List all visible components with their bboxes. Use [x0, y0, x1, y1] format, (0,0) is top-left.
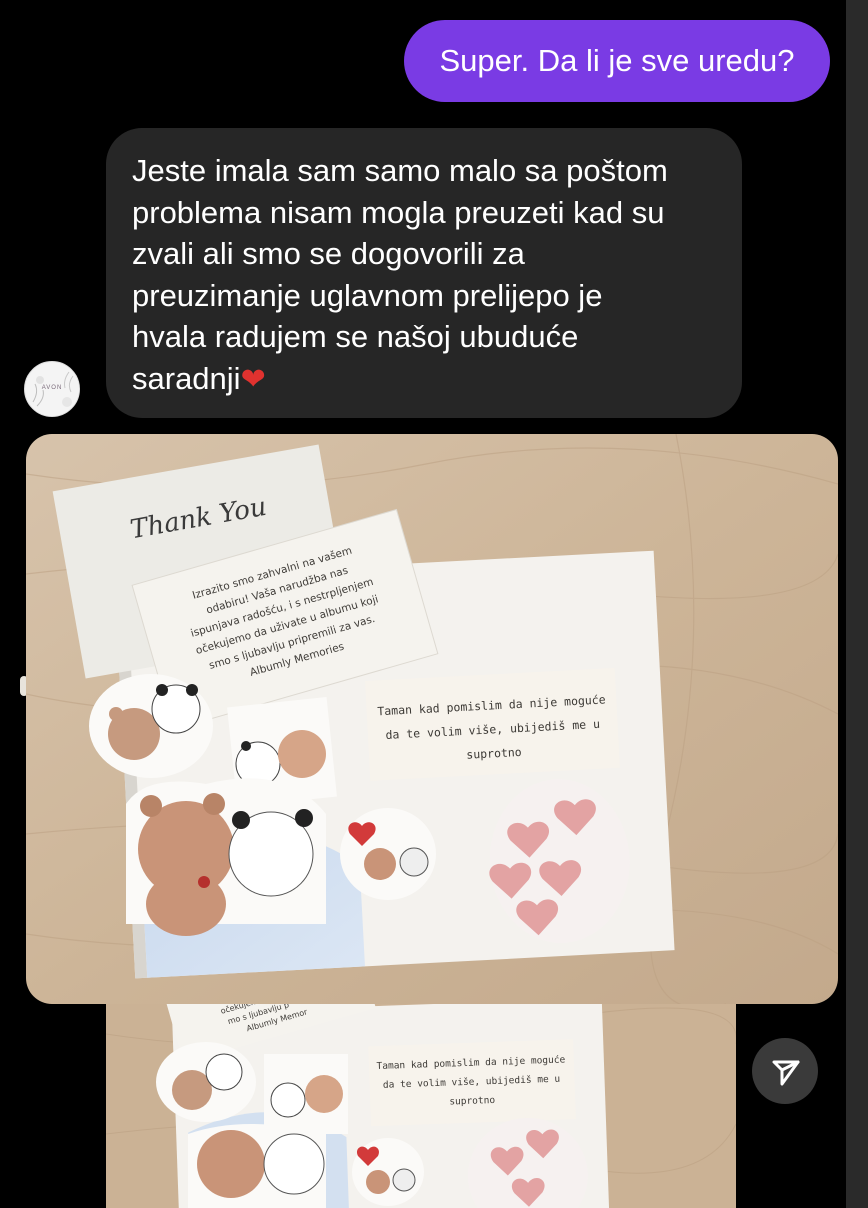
paper-plane-icon	[772, 1060, 800, 1086]
incoming-message-line: preuzimanje uglavnom prelijepo je	[132, 277, 603, 313]
bear-sticker-photo	[264, 1054, 348, 1134]
incoming-message-line: hvala radujem se našoj ubuduće	[132, 319, 579, 354]
photo-scene: Taman kad pomislim da nije moguće da te …	[26, 434, 838, 1004]
bear-sticker-small	[89, 674, 213, 778]
album-quote-line: suprotno	[466, 745, 522, 762]
incoming-message-line: problema nisam mogla preuzeti kad su	[132, 194, 665, 230]
bear-sticker-balloon	[352, 1138, 424, 1206]
bear-sticker-small	[156, 1042, 256, 1122]
avatar[interactable]: AVON	[24, 361, 80, 417]
photo-scene-second: Taman kad pomislim da nije moguće da te …	[106, 1004, 736, 1208]
heart-emoji-icon: ❤	[240, 361, 266, 397]
scrollbar-track[interactable]	[846, 0, 868, 1208]
incoming-message-line: zvali ali smo se dogovorili za	[132, 236, 525, 271]
bear-sticker-large	[188, 1124, 326, 1208]
outgoing-message-text: Super. Da li je sve uredu?	[439, 43, 795, 78]
bear-sticker-balloon	[340, 808, 436, 900]
incoming-message-bubble[interactable]: Jeste imala sam samo malo sa poštom prob…	[106, 128, 742, 418]
shared-photo[interactable]: Taman kad pomislim da nije moguće da te …	[26, 434, 838, 1004]
album-quote-line: suprotno	[449, 1095, 495, 1108]
incoming-message-line-text: saradnji	[132, 360, 241, 396]
incoming-message-line: Jeste imala sam samo malo sa poštom	[132, 153, 668, 188]
bear-sticker-large	[126, 778, 326, 936]
outgoing-message-bubble[interactable]: Super. Da li je sve uredu?	[404, 20, 830, 102]
avatar-brand-text: AVON	[41, 385, 63, 391]
shared-photo-second[interactable]: Taman kad pomislim da nije moguće da te …	[106, 1004, 736, 1208]
incoming-message-line-last: saradnji❤	[132, 358, 716, 401]
share-button[interactable]	[752, 1038, 818, 1104]
